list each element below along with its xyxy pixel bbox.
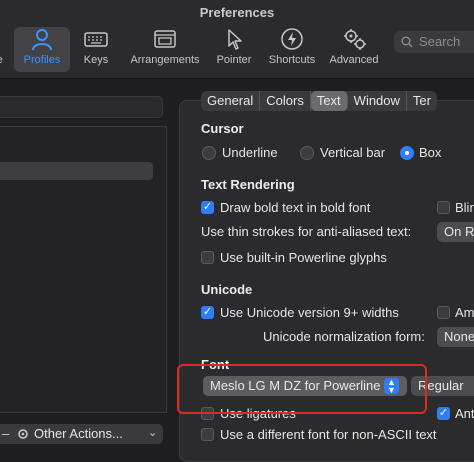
profile-filter-field[interactable]: [0, 96, 163, 118]
toolbar-item-label: Arrangements: [130, 54, 200, 66]
gear-icon: [18, 429, 28, 439]
list-item-selected[interactable]: [0, 162, 153, 180]
radio-underline[interactable]: [202, 146, 216, 160]
bold-font-checkbox[interactable]: ✓: [201, 201, 214, 214]
toolbar-item-label: Profiles: [23, 54, 61, 66]
ambiguous-width-label: Am: [455, 305, 474, 320]
other-actions-label: Other Actions...: [34, 426, 123, 441]
gears-icon: [344, 29, 366, 50]
toolbar-item-advanced[interactable]: Advanced: [317, 26, 391, 66]
toolbar-item-label: Pointer: [216, 54, 252, 66]
normalization-select[interactable]: None: [437, 327, 474, 347]
anti-aliased-label: Ant: [455, 406, 474, 421]
toolbar-item-keys[interactable]: Keys: [59, 26, 133, 66]
radio-box[interactable]: [400, 146, 414, 160]
window-title: Preferences: [199, 5, 275, 20]
tab-terminal[interactable]: Ter: [407, 91, 437, 111]
person-icon: [32, 29, 52, 51]
unicode-heading: Unicode: [201, 282, 253, 297]
toolbar-item-label: Keys: [83, 54, 109, 66]
pointer-icon: [228, 29, 242, 50]
powerline-checkbox[interactable]: [201, 251, 214, 264]
profile-tabs: General Colors Text Window Ter: [201, 91, 437, 111]
unicode-version-label: Use Unicode version 9+ widths: [220, 305, 399, 320]
highlight-annotation: [177, 364, 427, 414]
cursor-heading: Cursor: [201, 121, 244, 136]
powerline-label: Use built-in Powerline glyphs: [220, 250, 387, 265]
bolt-icon: [281, 28, 303, 50]
radio-underline-label: Underline: [222, 145, 278, 160]
toolbar-item-label: Advanced: [329, 54, 379, 66]
ambiguous-width-checkbox[interactable]: [437, 306, 450, 319]
tab-general[interactable]: General: [201, 91, 261, 111]
bold-font-label: Draw bold text in bold font: [220, 200, 371, 215]
text-rendering-heading: Text Rendering: [201, 177, 295, 192]
search-input[interactable]: Search: [394, 31, 474, 53]
search-placeholder: Search: [419, 34, 461, 49]
radio-vertical-bar-label: Vertical bar: [320, 145, 386, 160]
nonascii-font-label: Use a different font for non-ASCII text: [220, 427, 437, 442]
toolbar-item-label: Shortcuts: [268, 54, 316, 66]
radio-vertical-bar[interactable]: [300, 146, 314, 160]
tab-text[interactable]: Text: [310, 91, 348, 111]
chevron-down-icon: ⌄: [148, 427, 158, 439]
blink-label: Blin: [455, 200, 474, 215]
tab-window[interactable]: Window: [348, 91, 407, 111]
unicode-version-checkbox[interactable]: ✓: [201, 306, 214, 319]
thin-strokes-select[interactable]: On R: [437, 222, 474, 242]
blink-checkbox[interactable]: [437, 201, 450, 214]
toolbar-item-arrangements[interactable]: Arrangements: [128, 26, 202, 66]
search-icon: [401, 36, 413, 48]
keyboard-icon: [84, 32, 108, 47]
minus-button[interactable]: –: [2, 426, 9, 441]
thin-strokes-label: Use thin strokes for anti-aliased text:: [201, 224, 412, 239]
other-actions-button[interactable]: Other Actions... ⌄: [0, 424, 163, 444]
toolbar-item-label: ce: [0, 54, 3, 66]
radio-box-label: Box: [419, 145, 442, 160]
anti-aliased-checkbox[interactable]: ✓: [437, 407, 450, 420]
window-icon: [154, 30, 176, 48]
nonascii-font-checkbox[interactable]: [201, 428, 214, 441]
normalization-label: Unicode normalization form:: [263, 329, 425, 344]
tab-colors[interactable]: Colors: [260, 91, 311, 111]
